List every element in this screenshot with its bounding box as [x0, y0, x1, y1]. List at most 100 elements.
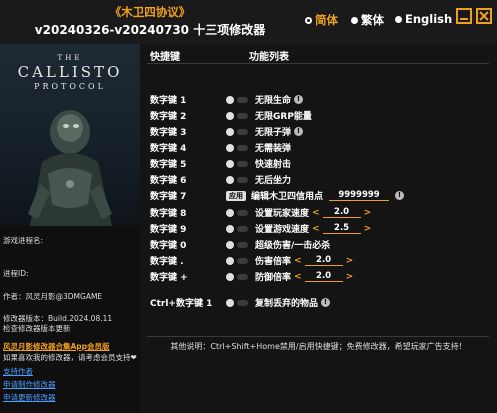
minimize-icon — [460, 18, 468, 20]
process-id-label: 进程ID: — [3, 269, 29, 278]
features-column-header: 功能列表 — [249, 52, 289, 63]
feature-name: 防御倍率 — [255, 273, 292, 283]
lang-traditional-option[interactable]: 繁体 — [351, 12, 384, 28]
toggle-button[interactable] — [226, 111, 234, 120]
feature-row: 数字键 4 无需装弹 — [150, 141, 291, 154]
toggle-button[interactable] — [226, 240, 234, 249]
toggle-track[interactable] — [237, 128, 248, 135]
toggle-button[interactable] — [226, 175, 234, 184]
close-button[interactable] — [476, 8, 492, 24]
radio-selected-icon — [305, 16, 312, 24]
hotkey-label: 数字键 + — [150, 273, 188, 283]
increase-arrow[interactable]: > — [346, 256, 354, 266]
feature-row: 数字键 1 无限生命 ! — [150, 93, 304, 106]
info-icon[interactable]: ! — [294, 127, 304, 136]
feature-name: 快速射击 — [255, 160, 292, 170]
defense-multiplier-value[interactable]: 2.0 — [304, 271, 343, 282]
decrease-arrow[interactable]: < — [312, 224, 320, 234]
feature-row: 数字键 . 伤害倍率 < 2.0 > — [150, 254, 356, 267]
feature-name: 复制丢弃的物品 — [255, 299, 319, 309]
support-author-link[interactable]: 支持作者 — [3, 366, 33, 377]
request-trainer-link[interactable]: 申请制作修改器 — [3, 379, 56, 390]
toggle-track[interactable] — [237, 299, 248, 306]
toggle-track[interactable] — [237, 144, 248, 151]
feature-row: 数字键 3 无限子弹 ! — [150, 125, 304, 138]
toggle-track[interactable] — [237, 241, 248, 248]
game-speed-value[interactable]: 2.5 — [322, 223, 361, 234]
author-text: 作者：风灵月影@3DMGAME — [3, 292, 103, 301]
toggle-button[interactable] — [226, 143, 234, 152]
lang-english-option[interactable]: English — [395, 12, 452, 26]
hotkey-label: 数字键 . — [150, 257, 184, 267]
check-update-link[interactable]: 检查修改器版本更新 — [3, 323, 71, 334]
soldier-artwork — [28, 110, 112, 226]
minimize-button[interactable] — [456, 8, 472, 24]
toggle-track[interactable] — [237, 160, 248, 167]
hotkey-label: 数字键 1 — [150, 96, 187, 106]
feature-name: 无限生命 — [255, 96, 292, 106]
damage-multiplier-value[interactable]: 2.0 — [304, 255, 343, 266]
toggle-button[interactable] — [226, 272, 234, 281]
toggle-track[interactable] — [237, 96, 248, 103]
app-promo-link[interactable]: 风灵月影修改器合集App会员版 — [3, 341, 110, 352]
credits-value-input[interactable]: 9999999 — [329, 190, 390, 201]
lang-simplified-option[interactable]: 简体 — [305, 12, 338, 28]
footer-divider — [147, 336, 489, 337]
decrease-arrow[interactable]: < — [294, 272, 302, 282]
toggle-track[interactable] — [237, 273, 248, 280]
feature-row: 数字键 9 设置游戏速度 < 2.5 > — [150, 222, 374, 235]
info-icon[interactable]: ! — [395, 191, 405, 200]
increase-arrow[interactable]: > — [364, 224, 372, 234]
title-bar: 《木卫四协议》 v20240326-v20240730 十三项修改器 简体 繁体… — [0, 0, 497, 44]
toggle-button[interactable] — [226, 224, 234, 233]
toggle-button[interactable] — [226, 208, 234, 217]
increase-arrow[interactable]: > — [346, 272, 354, 282]
hotkey-label: 数字键 9 — [150, 225, 187, 235]
info-icon[interactable]: ! — [294, 95, 304, 104]
toggle-button[interactable] — [226, 127, 234, 136]
toggle-track[interactable] — [237, 257, 248, 264]
process-name-label: 游戏进程名: — [3, 236, 44, 245]
trainer-subtitle: v20240326-v20240730 十三项修改器 — [34, 23, 266, 37]
feature-name: 无限GRP能量 — [255, 112, 312, 122]
info-icon[interactable]: ! — [321, 298, 331, 307]
increase-arrow[interactable]: > — [364, 208, 372, 218]
toggle-track[interactable] — [237, 176, 248, 183]
toggle-button[interactable] — [226, 159, 234, 168]
feature-name: 编辑木卫四信用点 — [251, 192, 324, 202]
feature-row: 数字键 7 应用 编辑木卫四信用点 9999999 ! — [150, 189, 405, 202]
feature-name: 伤害倍率 — [255, 257, 292, 267]
member-support-text: 如果喜欢我的修改器，请考虑会员支持❤ — [3, 353, 137, 362]
feature-name: 超级伤害/一击必杀 — [255, 241, 331, 251]
feature-row: 数字键 6 无后坐力 — [150, 173, 291, 186]
feature-row: 数字键 2 无限GRP能量 — [150, 109, 312, 122]
radio-icon — [351, 16, 358, 24]
feature-row: 数字键 5 快速射击 — [150, 157, 291, 170]
feature-row: Ctrl+数字键 1 复制丢弃的物品 ! — [150, 296, 331, 309]
hotkey-label: 数字键 4 — [150, 144, 187, 154]
decrease-arrow[interactable]: < — [312, 208, 320, 218]
radio-icon — [395, 15, 402, 23]
toggle-track[interactable] — [237, 225, 248, 232]
hotkey-label: 数字键 5 — [150, 160, 187, 170]
hotkey-column-header: 快捷键 — [150, 52, 180, 63]
hotkey-label: 数字键 8 — [150, 209, 187, 219]
toggle-track[interactable] — [237, 112, 248, 119]
footer-note: 其他说明：Ctrl+Shift+Home禁用/启用快捷键；免费修改器，希望玩家广… — [170, 342, 467, 351]
feature-name: 无限子弹 — [255, 128, 292, 138]
toggle-track[interactable] — [237, 209, 248, 216]
toggle-button[interactable] — [226, 298, 234, 307]
feature-name: 设置玩家速度 — [255, 209, 310, 219]
request-update-link[interactable]: 申请更新修改器 — [3, 392, 56, 403]
feature-name: 无后坐力 — [255, 176, 292, 186]
hotkey-label: 数字键 2 — [150, 112, 187, 122]
feature-row: 数字键 0 超级伤害/一击必杀 — [150, 238, 330, 251]
header-divider — [147, 63, 489, 64]
apply-button[interactable]: 应用 — [226, 190, 246, 201]
player-speed-value[interactable]: 2.0 — [322, 207, 361, 218]
feature-row: 数字键 + 防御倍率 < 2.0 > — [150, 270, 356, 283]
decrease-arrow[interactable]: < — [294, 256, 302, 266]
toggle-button[interactable] — [226, 256, 234, 265]
toggle-button[interactable] — [226, 95, 234, 104]
hotkey-label: Ctrl+数字键 1 — [150, 299, 213, 309]
